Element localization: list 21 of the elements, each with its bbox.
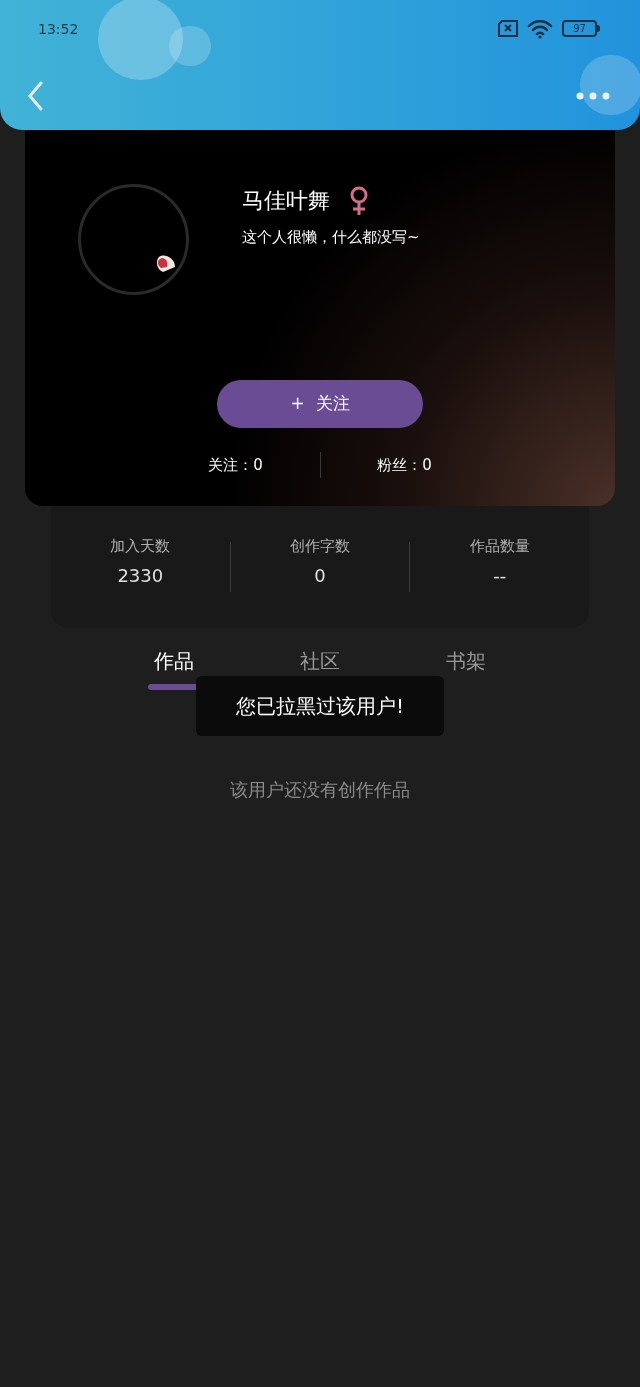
stat-label: 作品数量: [469, 536, 530, 558]
bubble-decoration: [580, 55, 640, 115]
stat-value: 2330: [117, 563, 164, 588]
following-count: 关注：0: [207, 454, 264, 476]
blacklist-toast: 您已拉黑过该用户!: [196, 676, 444, 736]
user-name: 马佳叶舞: [242, 187, 330, 215]
back-icon: [27, 81, 43, 111]
follow-button[interactable]: + 关注: [217, 380, 423, 428]
follower-count: 粉丝：0: [376, 454, 433, 476]
stat-value: 0: [314, 563, 326, 588]
status-time: 13:52: [38, 20, 79, 39]
female-icon: [348, 185, 370, 216]
stat-value: --: [493, 563, 507, 588]
user-bio: 这个人很懒，什么都没写~: [242, 227, 420, 248]
wifi-icon: [527, 18, 553, 39]
stat-label: 创作字数: [290, 536, 350, 558]
stat-label: 加入天数: [110, 536, 171, 558]
more-icon: [576, 92, 610, 100]
empty-message: 该用户还没有创作作品: [229, 778, 411, 802]
sim-card-icon: [497, 20, 519, 37]
battery-level: 97: [573, 23, 586, 34]
